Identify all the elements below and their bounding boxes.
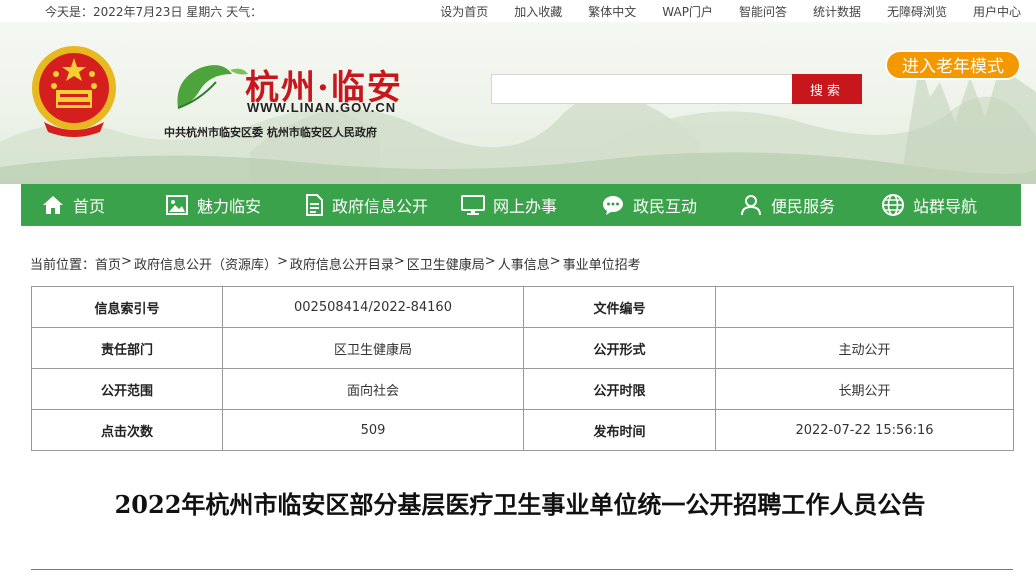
nav-item-home[interactable]: 首页 [41,184,105,226]
table-value: 主动公开 [715,327,1014,369]
nav-item-site-nav[interactable]: 站群导航 [881,184,977,226]
breadcrumb-prefix: 当前位置： [30,258,96,273]
nav-item-interaction[interactable]: 政民互动 [601,184,697,226]
divider [31,569,1013,570]
ginkgo-leaf-logo-icon [177,65,248,109]
table-key: 公开形式 [523,327,716,369]
table-row: 公开范围 面向社会 公开时限 长期公开 [31,368,1014,410]
monitor-icon [461,195,485,215]
nav-item-online-service[interactable]: 网上办事 [461,184,557,226]
link-statistics[interactable]: 统计数据 [813,3,861,20]
table-value: 002508414/2022-84160 [222,286,524,328]
table-key: 发布时间 [523,409,716,451]
nav-item-convenience[interactable]: 便民服务 [739,184,835,226]
table-value [715,286,1014,328]
top-bar: 今天是：2022年7月23日 星期六 天气： 设为首页 加入收藏 繁体中文 WA… [0,0,1036,22]
table-row: 点击次数 509 发布时间 2022-07-22 15:56:16 [31,409,1014,451]
breadcrumb-item-gov-info-lib[interactable]: 政府信息公开（资源库） [134,254,277,273]
top-links: 设为首页 加入收藏 繁体中文 WAP门户 智能问答 统计数据 无障碍浏览 用户中… [414,3,1021,20]
table-key: 点击次数 [31,409,223,451]
image-icon [166,195,188,215]
breadcrumb-item-home[interactable]: 首页 [95,254,121,273]
table-key: 公开范围 [31,368,223,410]
search-button[interactable]: 搜索 [792,74,862,104]
nav-item-charm-linan[interactable]: 魅力临安 [165,184,261,226]
breadcrumb: 当前位置： 首页 > 政府信息公开（资源库） > 政府信息公开目录 > 区卫生健康局 >… [30,254,641,273]
globe-icon [882,194,904,216]
nav-label: 站群导航 [913,197,978,216]
national-emblem-icon [32,46,116,137]
nav-item-gov-info[interactable]: 政府信息公开 [304,184,428,226]
date-weather-text: 今天是：2022年7月23日 星期六 天气： [45,5,263,19]
article-title: 2022年杭州市临安区部分基层医疗卫生事业单位统一公开招聘工作人员公告 [114,490,926,519]
table-value: 509 [222,409,524,451]
elder-mode-button[interactable]: 进入老年模式 [885,50,1021,80]
link-traditional-chinese[interactable]: 繁体中文 [588,3,636,20]
table-key: 信息索引号 [31,286,223,328]
nav-label: 政府信息公开 [332,197,429,216]
link-add-favorite[interactable]: 加入收藏 [514,3,562,20]
search-input[interactable] [491,74,793,104]
breadcrumb-item-health-bureau[interactable]: 区卫生健康局 [407,254,485,273]
table-key: 责任部门 [31,327,223,369]
link-wap-portal[interactable]: WAP门户 [662,3,713,20]
link-accessibility[interactable]: 无障碍浏览 [887,3,947,20]
nav-label: 便民服务 [771,197,836,216]
link-smart-qa[interactable]: 智能问答 [739,3,787,20]
user-icon [741,195,761,216]
main-nav: 首页 魅力临安 政府信息公开 网上办事 政民互动 便民服务 站群导航 [21,184,1021,226]
table-value: 区卫生健康局 [222,327,524,369]
site-domain: WWW.LINAN.GOV.CN [247,100,397,115]
link-user-center[interactable]: 用户中心 [973,3,1021,20]
site-subtitle: 中共杭州市临安区委 杭州市临安区人民政府 [164,126,377,139]
breadcrumb-item-gov-info-catalog[interactable]: 政府信息公开目录 [290,254,394,273]
table-value: 2022-07-22 15:56:16 [715,409,1014,451]
chat-icon [603,196,623,215]
nav-label: 政民互动 [633,197,698,216]
nav-label: 首页 [73,197,106,216]
table-row: 责任部门 区卫生健康局 公开形式 主动公开 [31,327,1014,369]
nav-label: 网上办事 [493,197,558,216]
document-icon [306,194,323,216]
table-key: 公开时限 [523,368,716,410]
nav-label: 魅力临安 [197,197,262,216]
table-row: 信息索引号 002508414/2022-84160 文件编号 [31,286,1014,328]
breadcrumb-item-personnel-info[interactable]: 人事信息 [498,254,550,273]
info-table: 信息索引号 002508414/2022-84160 文件编号 责任部门 区卫生… [31,286,1014,451]
table-value: 面向社会 [222,368,524,410]
table-value: 长期公开 [715,368,1014,410]
home-icon [43,196,63,214]
link-set-homepage[interactable]: 设为首页 [440,3,488,20]
site-header: 杭州·临安 WWW.LINAN.GOV.CN 中共杭州市临安区委 杭州市临安区人… [0,22,1036,184]
breadcrumb-item-recruitment[interactable]: 事业单位招考 [563,254,641,273]
table-key: 文件编号 [523,286,716,328]
